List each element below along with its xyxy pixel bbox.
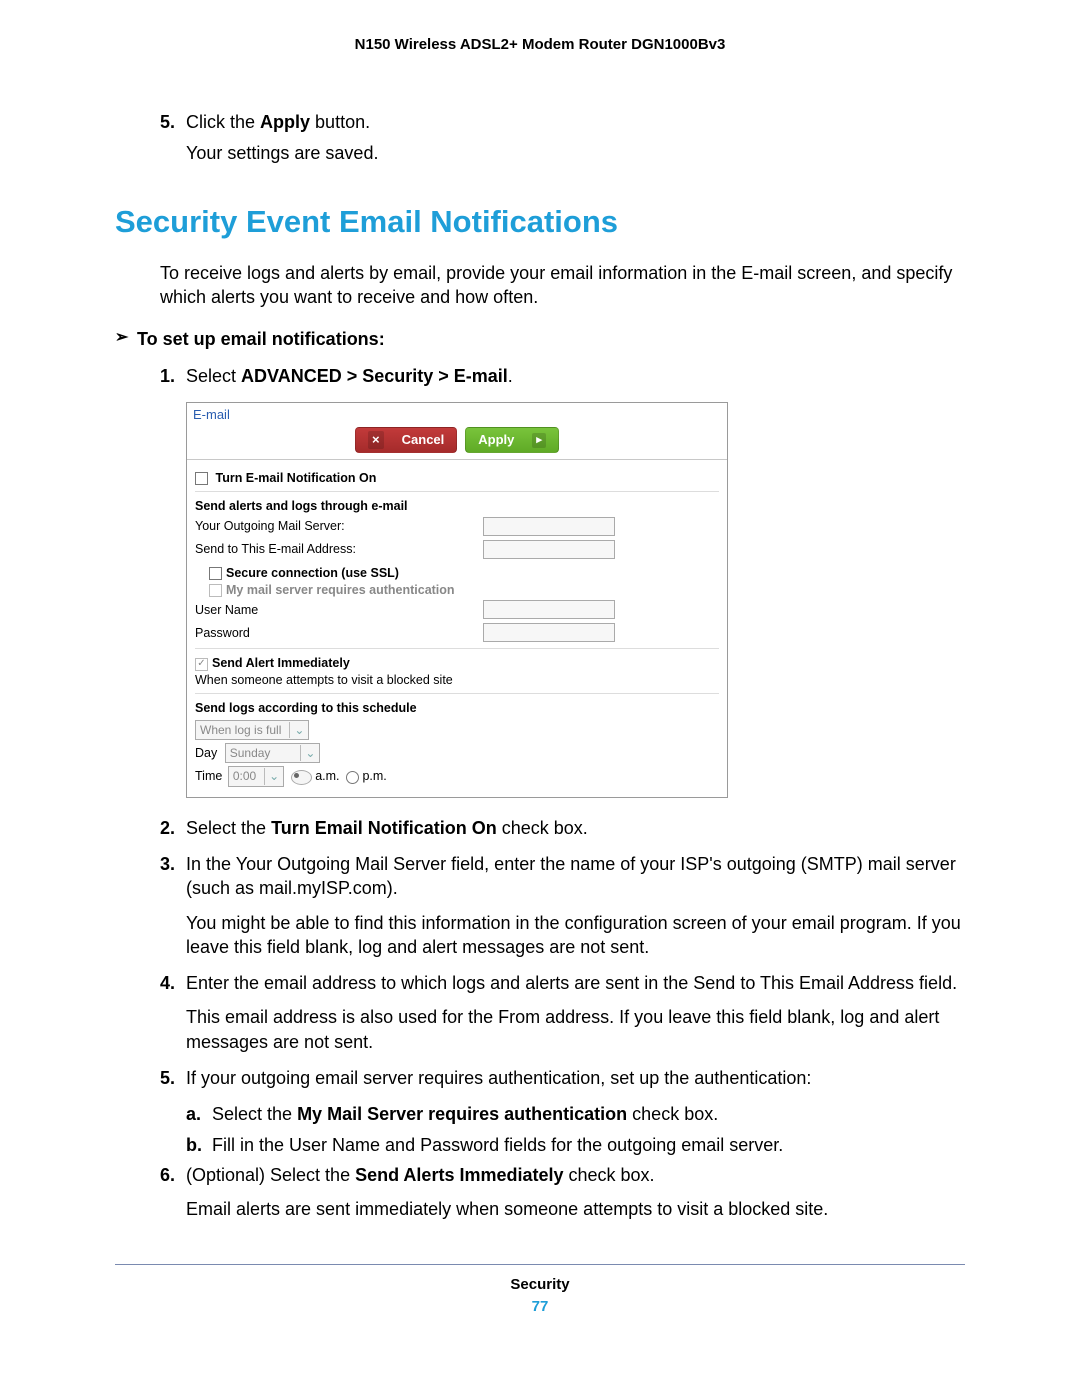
step-1: 1. Select ADVANCED > Security > E-mail. (115, 364, 965, 394)
step-number: 6. (160, 1163, 186, 1228)
section-label: Send alerts and logs through e-mail (195, 498, 719, 515)
time-value: 0:00 (233, 768, 264, 784)
step-number: 3. (160, 852, 186, 965)
option-name: Send Alerts Immediately (355, 1165, 563, 1185)
text: (Optional) Select the (186, 1165, 355, 1185)
send-to-label: Send to This E-mail Address: (195, 541, 483, 558)
chevron-down-icon: ⌄ (300, 745, 315, 761)
step-5a: a. Select the My Mail Server requires au… (115, 1102, 965, 1126)
text: Select (186, 366, 241, 386)
text: Your settings are saved. (186, 141, 965, 165)
pm-radio[interactable] (346, 771, 359, 784)
panel-title: E-mail (187, 403, 727, 424)
alert-immediate-label: Send Alert Immediately (212, 656, 350, 670)
text: In the Your Outgoing Mail Server field, … (186, 852, 965, 901)
text: You might be able to find this informati… (186, 911, 965, 960)
outgoing-server-input[interactable] (483, 517, 615, 536)
step-5: 5. If your outgoing email server require… (115, 1066, 965, 1096)
section-heading: Security Event Email Notifications (115, 201, 965, 243)
send-to-input[interactable] (483, 540, 615, 559)
text: Email alerts are sent immediately when s… (186, 1197, 965, 1221)
chevron-down-icon: ⌄ (289, 722, 304, 738)
schedule-value: When log is full (200, 722, 289, 738)
page-footer: Security 77 (115, 1264, 965, 1318)
text: This email address is also used for the … (186, 1005, 965, 1054)
apply-label: Apply (478, 431, 514, 449)
time-label: Time (195, 769, 222, 783)
substep-letter: b. (186, 1133, 212, 1157)
apply-label: Apply (260, 112, 310, 132)
alert-immediate-checkbox[interactable] (195, 658, 208, 671)
day-select[interactable]: Sunday⌄ (225, 743, 321, 763)
username-label: User Name (195, 602, 483, 619)
am-radio[interactable] (291, 770, 312, 785)
step-4: 4. Enter the email address to which logs… (115, 971, 965, 1060)
task-heading: To set up email notifications: (115, 327, 965, 351)
step-number: 1. (160, 364, 186, 394)
alert-sub-label: When someone attempts to visit a blocked… (195, 672, 719, 689)
step-6: 6. (Optional) Select the Send Alerts Imm… (115, 1163, 965, 1228)
pm-label: p.m. (362, 769, 386, 783)
outgoing-server-label: Your Outgoing Mail Server: (195, 518, 483, 535)
step-3: 3. In the Your Outgoing Mail Server fiel… (115, 852, 965, 965)
text: Enter the email address to which logs an… (186, 971, 965, 995)
text: button. (310, 112, 370, 132)
turn-on-label: Turn E-mail Notification On (215, 471, 376, 485)
text: check box. (564, 1165, 655, 1185)
schedule-label: Send logs according to this schedule (195, 700, 719, 717)
text: Click the (186, 112, 260, 132)
apply-button[interactable]: Apply ▸ (465, 427, 559, 453)
cancel-label: Cancel (402, 431, 445, 449)
step-5b: b. Fill in the User Name and Password fi… (115, 1133, 965, 1157)
step-number: 2. (160, 816, 186, 846)
username-input[interactable] (483, 600, 615, 619)
option-name: My Mail Server requires authentication (297, 1104, 627, 1124)
schedule-select[interactable]: When log is full⌄ (195, 720, 309, 740)
turn-on-checkbox[interactable] (195, 472, 208, 485)
password-label: Password (195, 625, 483, 642)
step-number: 5. (160, 110, 186, 171)
nav-path: ADVANCED > Security > E-mail (241, 366, 508, 386)
time-select[interactable]: 0:00⌄ (228, 766, 284, 786)
arrow-right-icon: ▸ (532, 433, 546, 448)
footer-section: Security (115, 1275, 965, 1295)
auth-checkbox[interactable] (209, 584, 222, 597)
text: check box. (497, 818, 588, 838)
text: Fill in the User Name and Password field… (212, 1133, 783, 1157)
step-2: 2. Select the Turn Email Notification On… (115, 816, 965, 846)
text: If your outgoing email server requires a… (186, 1066, 965, 1090)
text: Select the (212, 1104, 297, 1124)
option-name: Turn Email Notification On (271, 818, 497, 838)
ssl-checkbox[interactable] (209, 567, 222, 580)
auth-label: My mail server requires authentication (226, 583, 455, 597)
step-prev-5: 5. Click the Apply button. Your settings… (115, 110, 965, 171)
day-label: Day (195, 746, 217, 760)
page-number: 77 (115, 1297, 965, 1317)
ssl-label: Secure connection (use SSL) (226, 566, 399, 580)
text: . (508, 366, 513, 386)
intro-text: To receive logs and alerts by email, pro… (115, 261, 965, 310)
am-label: a.m. (315, 769, 339, 783)
day-value: Sunday (230, 745, 301, 761)
step-number: 5. (160, 1066, 186, 1096)
text: Select the (186, 818, 271, 838)
step-number: 4. (160, 971, 186, 1060)
email-settings-screenshot: E-mail × Cancel Apply ▸ Turn E-mail Notifi… (186, 402, 728, 798)
password-input[interactable] (483, 623, 615, 642)
chevron-down-icon: ⌄ (264, 768, 279, 784)
substep-letter: a. (186, 1102, 212, 1126)
text: check box. (627, 1104, 718, 1124)
doc-header: N150 Wireless ADSL2+ Modem Router DGN100… (115, 35, 965, 55)
cancel-button[interactable]: × Cancel (355, 427, 457, 453)
close-icon: × (368, 431, 384, 449)
